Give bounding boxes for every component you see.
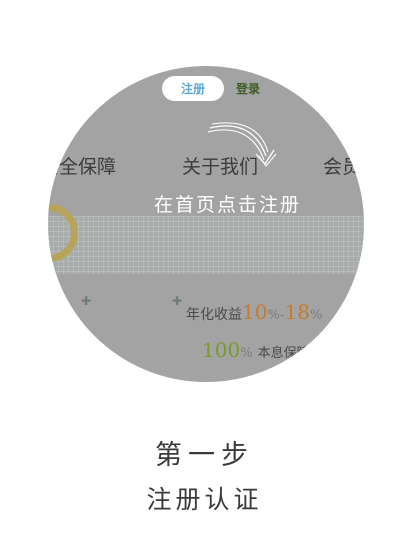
yield-max-value: 18 [284,300,310,324]
step-title: 第一步 [155,440,254,471]
guarantee-row: 100% 本息保障 [202,338,310,362]
instruction-text: 在首页点击注册 [154,194,302,216]
nav-item-member[interactable]: 会员 [323,152,361,179]
step-subtitle: 注册认证 [146,485,263,514]
yield-min-value: 10 [242,300,268,324]
yield-max-unit: % [310,308,323,323]
yield-row: 年化收益10%-18% [186,300,322,324]
banner-grid [48,216,364,274]
screenshot-content: 注册 登录 安全保障 关于我们 会员 在首页点击注册 ✚ ✚ 年化收益10%-1… [48,66,364,382]
yield-label: 年化收益 [186,307,242,323]
yield-min-unit: % [267,308,280,323]
guarantee-value: 100 [202,338,241,362]
login-tab[interactable]: 登录 [236,80,260,97]
nav-item-security[interactable]: 安全保障 [48,152,116,179]
plus-icon: ✚ [172,294,183,308]
plus-icon: ✚ [81,294,92,308]
register-tab[interactable]: 注册 [162,76,224,101]
hand-drawn-arrow-icon [207,122,277,167]
guarantee-label: 本息保障 [257,346,310,361]
screenshot-magnifier: 注册 登录 安全保障 关于我们 会员 在首页点击注册 ✚ ✚ 年化收益10%-1… [48,66,364,382]
guarantee-unit: % [240,346,253,361]
